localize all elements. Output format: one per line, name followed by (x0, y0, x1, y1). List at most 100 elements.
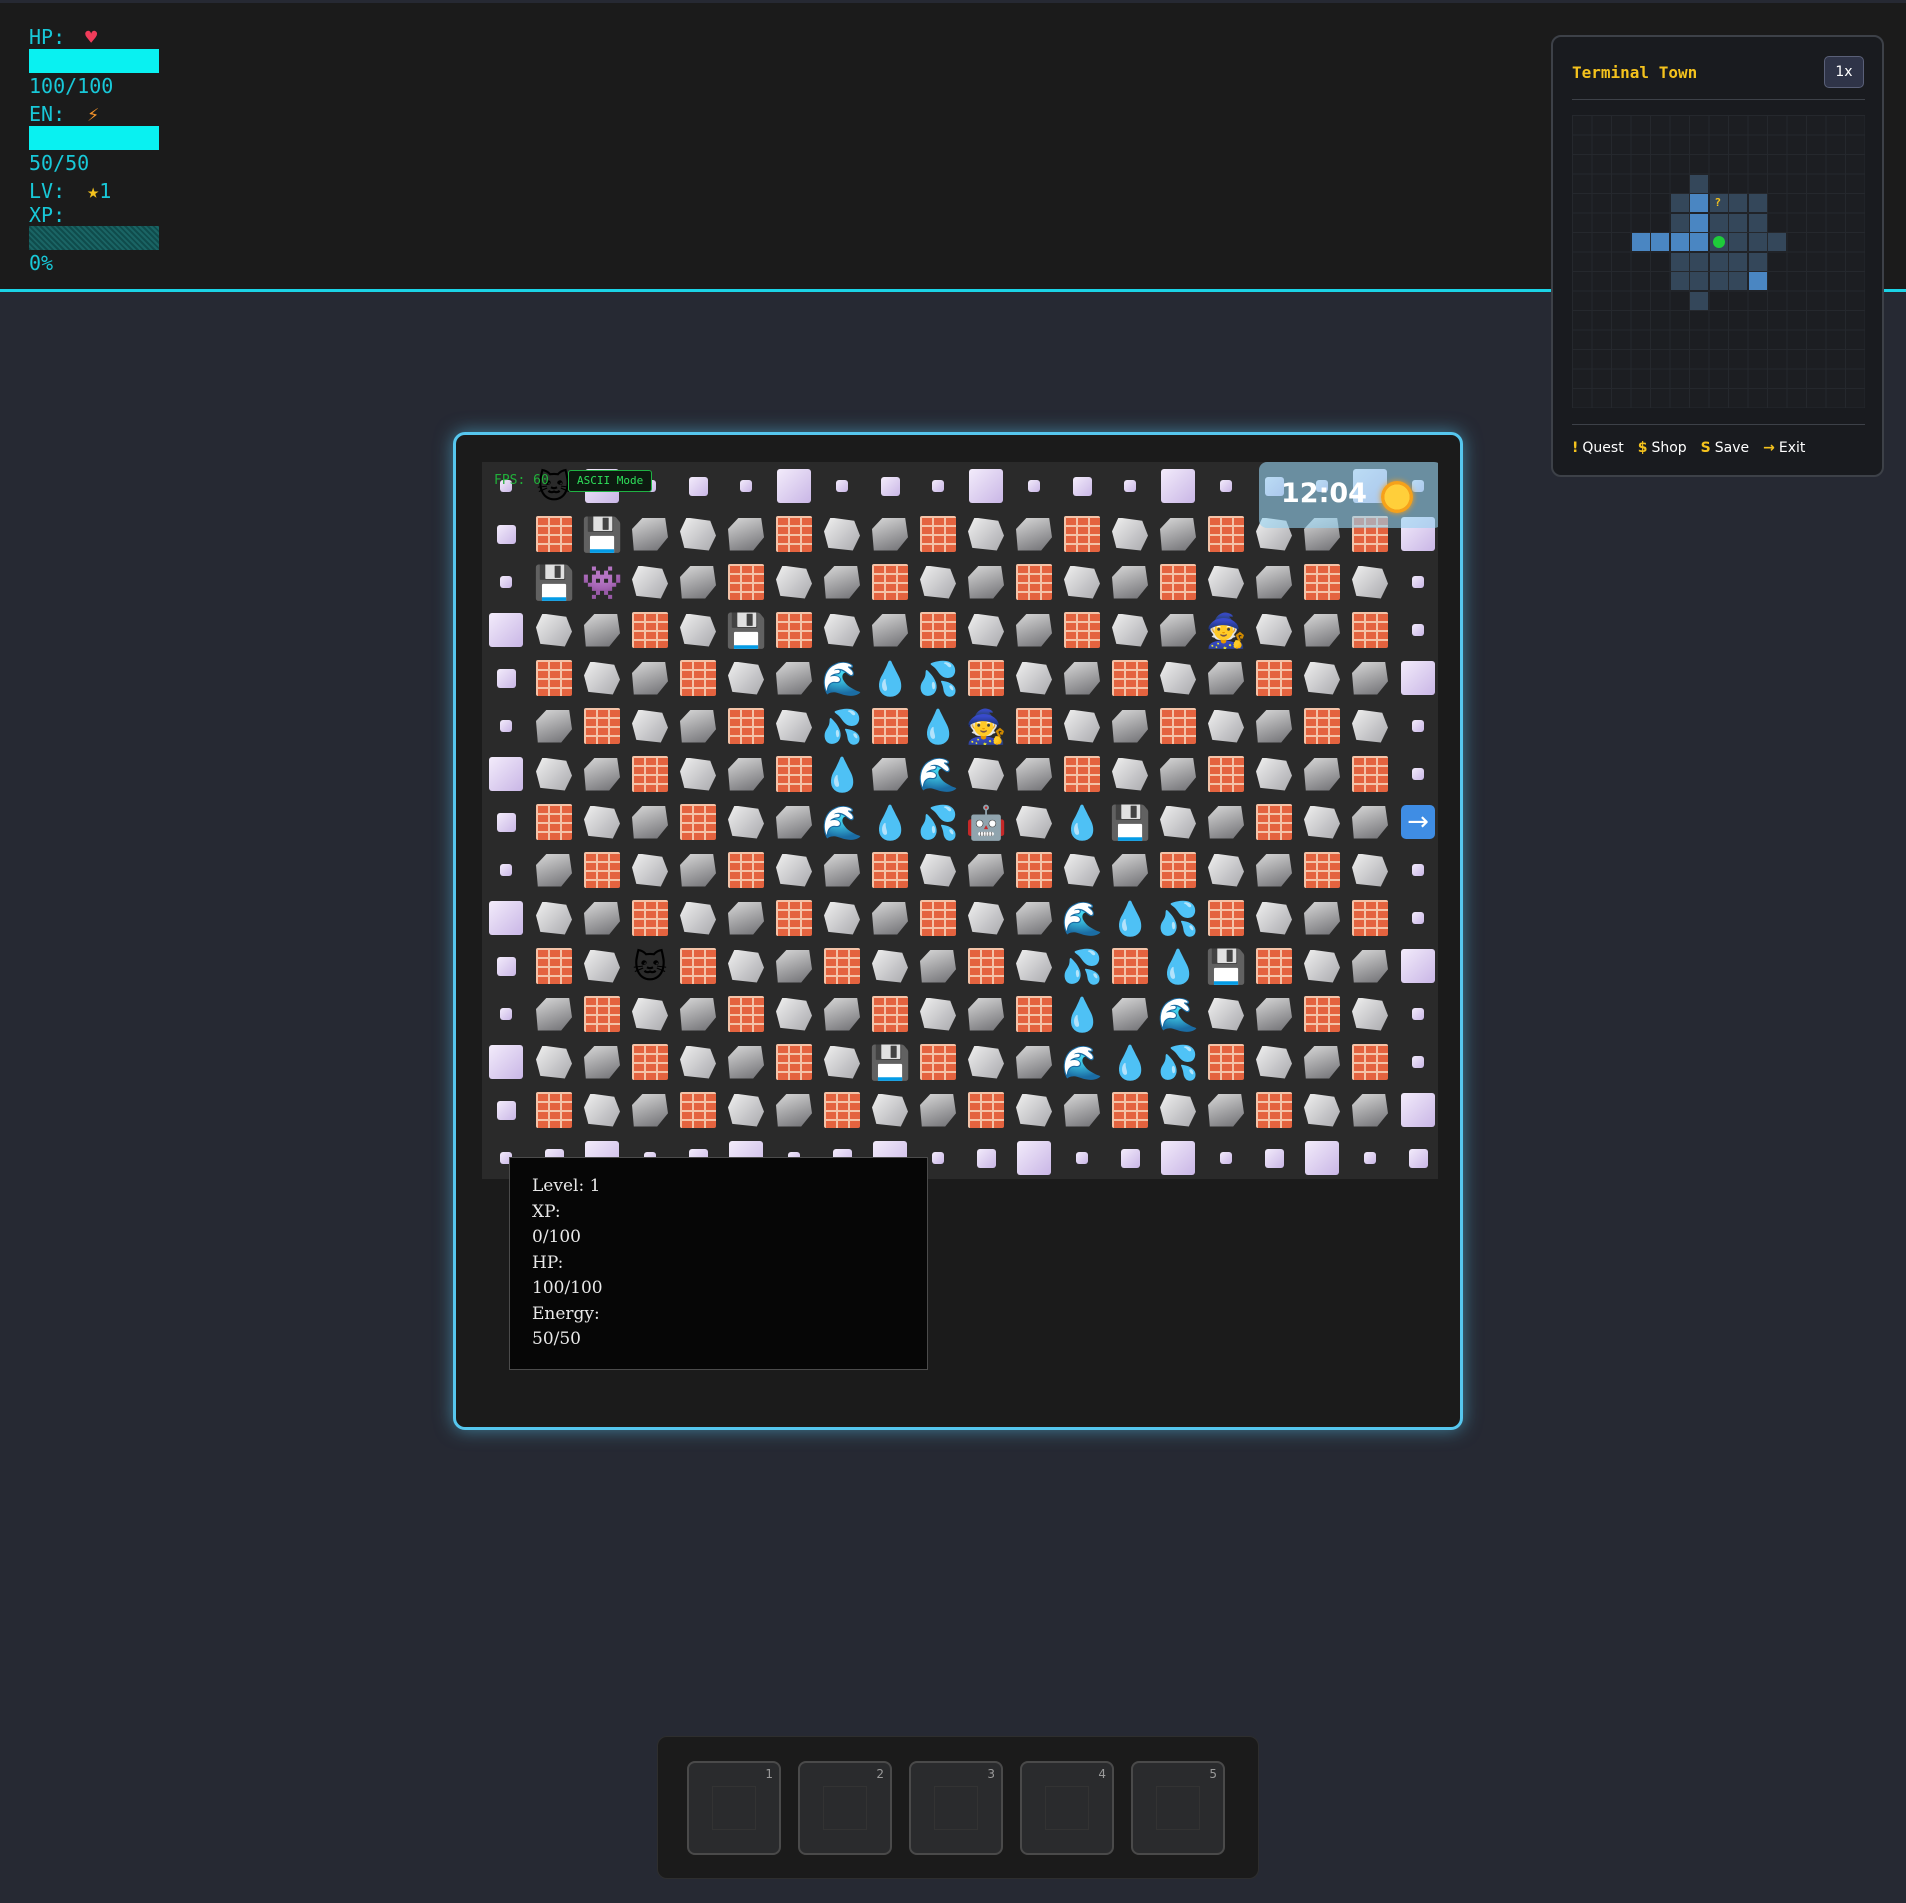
rock-alt-shape (776, 1093, 812, 1127)
tile-cat-npc[interactable]: 🐱 (626, 942, 674, 990)
tile-floppy-disk[interactable]: 💾 (1202, 942, 1250, 990)
tile-mage-npc[interactable]: 🧙 (1202, 606, 1250, 654)
tile-rock (1202, 990, 1250, 1038)
hotbar-slot-5[interactable]: 5 (1131, 1761, 1225, 1855)
tile-mage-npc[interactable]: 🧙 (962, 702, 1010, 750)
tile-rock (962, 1038, 1010, 1086)
tile-crystal-block[interactable] (482, 702, 530, 750)
rock-shape (536, 757, 572, 791)
tile-crystal-block[interactable] (1394, 846, 1438, 894)
rock-alt-shape (584, 1045, 620, 1079)
minimap-cell (1709, 213, 1728, 232)
tile-crystal-block (482, 750, 530, 798)
tile-crystal-block[interactable] (1394, 750, 1438, 798)
rock-alt-shape (872, 613, 908, 647)
tile-crystal-block[interactable] (1058, 1134, 1106, 1179)
rock-alt-shape (1064, 1093, 1100, 1127)
rock-shape (1064, 709, 1100, 743)
tile-crystal-block[interactable] (1394, 702, 1438, 750)
rock-alt-shape (968, 997, 1004, 1031)
game-viewport[interactable]: 🐱 💾 💾 👾 💾 🧙 🌊 💧 💦 💦 💧 🧙 💧 🌊 🌊 💧 💦 🤖 💧 💾 → 🌊 💧 💦 🐱 💦 💧 💾 💧 🌊 💾 🌊 💧 💦 FPS: … (482, 462, 1438, 1179)
tile-crystal-block[interactable] (1394, 894, 1438, 942)
tile-crystal-block[interactable] (482, 798, 530, 846)
tile-crystal-block[interactable] (1394, 606, 1438, 654)
slot-frame (823, 1786, 867, 1830)
tile-floppy-disk[interactable]: 💾 (578, 510, 626, 558)
tile-water-drop: 💧 (1109, 1042, 1151, 1082)
rock-alt-shape (536, 997, 572, 1031)
tile-crystal-block[interactable] (482, 654, 530, 702)
tile-crystal-block[interactable] (1010, 462, 1058, 510)
tile-crystal-block[interactable] (482, 942, 530, 990)
tile-crystal-block[interactable] (1394, 990, 1438, 1038)
zoom-button[interactable]: 1x (1824, 56, 1864, 88)
tile-crystal-block[interactable] (1346, 1134, 1394, 1179)
tile-floppy-disk[interactable]: 💾 (722, 606, 770, 654)
tile-crystal-block[interactable] (1106, 1134, 1154, 1179)
tile-crystal-block[interactable] (1394, 558, 1438, 606)
tile-crystal-block[interactable] (482, 846, 530, 894)
brick-wall-shape (1352, 612, 1388, 648)
hotbar-slot-1[interactable]: 1 (687, 1761, 781, 1855)
tile-crystal-block[interactable] (818, 462, 866, 510)
hotbar-slot-2[interactable]: 2 (798, 1761, 892, 1855)
hp-label: HP: (532, 1252, 564, 1273)
rock-alt-shape (1304, 757, 1340, 791)
tile-crystal-block[interactable] (1394, 1134, 1438, 1179)
crystal-block-shape (1412, 624, 1424, 636)
rock-alt-shape (1112, 709, 1148, 743)
tile-crystal-block[interactable] (674, 462, 722, 510)
tile-rock (962, 750, 1010, 798)
tile-crystal-block[interactable] (482, 510, 530, 558)
hotbar-slot-4[interactable]: 4 (1020, 1761, 1114, 1855)
tile-alien-monster[interactable]: 👾 (578, 558, 626, 606)
tile-brick-wall (1202, 750, 1250, 798)
crystal-block-shape (932, 480, 944, 492)
tile-crystal-block[interactable] (962, 1134, 1010, 1179)
tile-rock-alt (1346, 798, 1394, 846)
tile-rock-alt (722, 1038, 770, 1086)
tile-rock-alt (578, 894, 626, 942)
tile-crystal-block[interactable] (1250, 1134, 1298, 1179)
tile-crystal-block[interactable] (482, 1086, 530, 1134)
tile-crystal-block[interactable] (482, 558, 530, 606)
tile-crystal-block[interactable] (1202, 1134, 1250, 1179)
tile-rock-alt (818, 558, 866, 606)
tile-crystal-block[interactable] (1058, 462, 1106, 510)
brick-wall-shape (1064, 612, 1100, 648)
tile-crystal-block[interactable] (722, 462, 770, 510)
tile-brick-wall (1346, 1038, 1394, 1086)
brick-wall-shape (1208, 1044, 1244, 1080)
tile-exit-arrow[interactable]: → (1394, 798, 1438, 846)
rock-alt-shape (968, 853, 1004, 887)
minimap-grid[interactable]: ? (1572, 115, 1865, 408)
tile-floppy-disk[interactable]: 💾 (530, 558, 578, 606)
minimap-cell (1670, 194, 1689, 212)
xp-value: 0% (29, 251, 54, 275)
tile-crystal-block[interactable] (914, 462, 962, 510)
tile-brick-wall (722, 990, 770, 1038)
tile-floppy-disk[interactable]: 💾 (866, 1038, 914, 1086)
tile-crystal-block[interactable] (866, 462, 914, 510)
rock-shape (584, 1093, 620, 1127)
tile-brick-wall (770, 894, 818, 942)
crystal-block-shape (1408, 1148, 1428, 1168)
tile-rock-alt (818, 990, 866, 1038)
ascii-mode-button[interactable]: ASCII Mode (568, 470, 653, 492)
rock-shape (728, 805, 764, 839)
minimap-cell (1651, 233, 1669, 251)
hotbar-slot-3[interactable]: 3 (909, 1761, 1003, 1855)
tile-crystal-block[interactable] (482, 990, 530, 1038)
tile-floppy-disk[interactable]: 💾 (1106, 798, 1154, 846)
tile-rock-alt (770, 654, 818, 702)
tile-brick-wall (914, 1038, 962, 1086)
tile-crystal-block[interactable] (1394, 1038, 1438, 1086)
slot-number: 4 (1098, 1767, 1106, 1781)
brick-wall-shape (920, 900, 956, 936)
tile-crystal-block[interactable] (1106, 462, 1154, 510)
tile-rock (962, 606, 1010, 654)
tile-water-splash: 💦 (917, 802, 959, 842)
slot-frame (934, 1786, 978, 1830)
tile-crystal-block[interactable] (1202, 462, 1250, 510)
rock-shape (680, 901, 716, 935)
